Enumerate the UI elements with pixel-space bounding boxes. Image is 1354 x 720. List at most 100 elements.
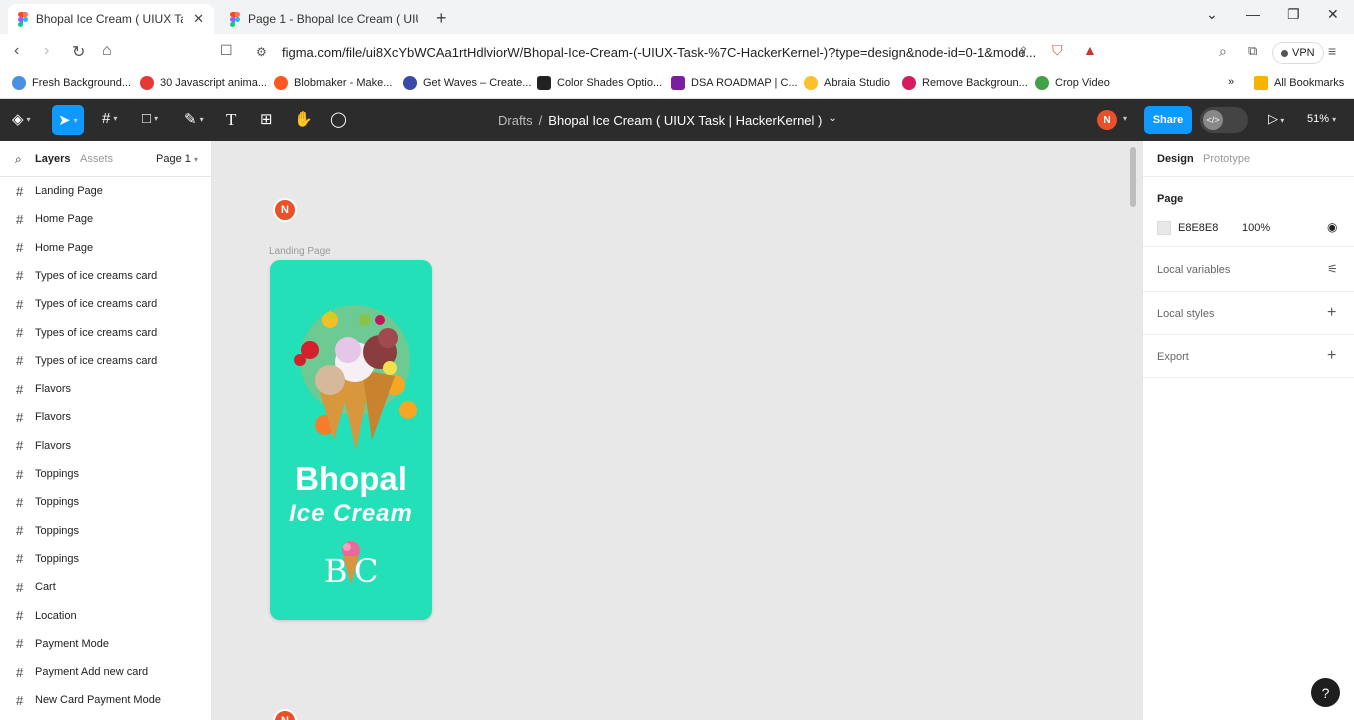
shape-tool-button[interactable]: □ ▾ <box>142 110 158 127</box>
export-label[interactable]: Export <box>1157 351 1189 363</box>
forward-arrow-icon[interactable]: › <box>44 42 49 60</box>
page-selector[interactable]: Page 1 ▾ <box>156 153 198 165</box>
layer-item[interactable]: # Types of ice creams card <box>0 262 212 290</box>
local-variables-label[interactable]: Local variables <box>1157 264 1230 276</box>
frame-hash-icon: # <box>16 240 24 256</box>
chevron-down-icon[interactable]: ⌄ <box>828 113 836 128</box>
layer-item[interactable]: # Payment Mode <box>0 630 212 658</box>
layer-item[interactable]: # Flavors <box>0 375 212 403</box>
layer-item[interactable]: # Types of ice creams card <box>0 347 212 375</box>
search-icon[interactable]: ⌕ <box>15 152 22 167</box>
variables-settings-icon[interactable]: ⚟ <box>1327 262 1338 276</box>
brave-rewards-icon[interactable]: ▲ <box>1083 42 1097 58</box>
chevron-down-icon[interactable]: ▾ <box>1123 114 1127 123</box>
extensions-icon[interactable]: ⧉ <box>1248 43 1257 59</box>
hand-tool-button[interactable]: ✋ <box>294 110 313 128</box>
add-export-plus-icon[interactable]: + <box>1327 347 1336 365</box>
page-opacity[interactable]: 100% <box>1242 222 1270 234</box>
layer-item[interactable]: # Location <box>0 602 212 630</box>
design-canvas[interactable]: N Landing Page Bhopal Ice Cream B C <box>212 141 1142 720</box>
bookmark-item[interactable]: Crop Video <box>1035 76 1110 90</box>
all-bookmarks-button[interactable]: All Bookmarks <box>1254 76 1344 90</box>
present-button[interactable]: ▷ ▾ <box>1268 111 1284 127</box>
layer-item[interactable]: # Toppings <box>0 488 212 516</box>
text-tool-button[interactable]: T <box>226 110 236 130</box>
comment-tool-button[interactable]: ◯ <box>330 110 347 128</box>
bookmark-item[interactable]: DSA ROADMAP | C... <box>671 76 798 90</box>
zoom-level[interactable]: 51% ▾ <box>1307 113 1336 125</box>
frame-label[interactable]: Landing Page <box>269 246 331 257</box>
pen-tool-button[interactable]: ✎ ▾ <box>184 110 204 128</box>
layer-item[interactable]: # Landing Page <box>0 177 212 205</box>
layer-item[interactable]: # Toppings <box>0 517 212 545</box>
frame-hash-icon: # <box>16 438 24 454</box>
layer-item[interactable]: # Home Page <box>0 205 212 233</box>
browser-tab-active[interactable]: Bhopal Ice Cream ( UIUX Task | H ✕ <box>8 4 214 34</box>
local-styles-label[interactable]: Local styles <box>1157 308 1214 320</box>
layer-item[interactable]: # Types of ice creams card <box>0 290 212 318</box>
move-tool-button[interactable]: ➤ ▾ <box>52 105 84 135</box>
restore-icon[interactable]: ❐ <box>1287 6 1300 23</box>
resources-tool-button[interactable]: ⊞ <box>260 110 273 128</box>
bookmark-favicon-icon <box>403 76 417 90</box>
bookmark-item[interactable]: Color Shades Optio... <box>537 76 662 90</box>
url-text[interactable]: figma.com/file/ui8XcYbWCAa1rtHdlviorW/Bh… <box>282 45 1036 60</box>
main-menu-button[interactable]: ◈ ▾ <box>12 110 31 128</box>
share-page-icon[interactable]: ⇪ <box>1018 44 1029 60</box>
bookmark-item[interactable]: Get Waves – Create... <box>403 76 531 90</box>
help-button[interactable]: ? <box>1311 678 1340 707</box>
tab-design[interactable]: Design <box>1157 153 1194 165</box>
bookmark-favicon-icon <box>140 76 154 90</box>
file-title[interactable]: Bhopal Ice Cream ( UIUX Task | HackerKer… <box>548 113 822 128</box>
tab-assets[interactable]: Assets <box>80 153 113 165</box>
bookmark-item[interactable]: Remove Backgroun... <box>902 76 1028 90</box>
frame-tool-button[interactable]: # ▾ <box>102 110 117 127</box>
tab-prototype[interactable]: Prototype <box>1203 153 1250 165</box>
layer-item[interactable]: # Flavors <box>0 403 212 431</box>
chevron-down-icon: ▾ <box>1332 115 1337 124</box>
layer-label: Toppings <box>35 496 80 509</box>
bookmark-item[interactable]: Fresh Background... <box>12 76 131 90</box>
close-icon[interactable]: ✕ <box>193 11 204 27</box>
page-color-swatch[interactable] <box>1157 221 1171 235</box>
tab-layers[interactable]: Layers <box>35 153 70 165</box>
canvas-scrollbar[interactable] <box>1130 147 1136 207</box>
tab-search-chevron-icon[interactable]: ⌄ <box>1206 6 1218 23</box>
brave-shield-icon[interactable]: ⛉ <box>1052 42 1063 59</box>
eye-icon[interactable]: ◉ <box>1327 220 1337 234</box>
layer-item[interactable]: # Payment Add new card <box>0 658 212 686</box>
layer-label: Landing Page <box>35 185 103 197</box>
layer-item[interactable]: # Home Page <box>0 234 212 262</box>
layer-item[interactable]: # Cart <box>0 573 212 601</box>
bookmark-item[interactable]: 30 Javascript anima... <box>140 76 267 90</box>
layer-item[interactable]: # Flavors <box>0 432 212 460</box>
add-style-plus-icon[interactable]: + <box>1327 304 1336 322</box>
share-button[interactable]: Share <box>1144 106 1192 134</box>
home-icon[interactable]: ⌂ <box>102 42 112 60</box>
layer-item[interactable]: # Toppings <box>0 460 212 488</box>
landing-page-frame[interactable]: Bhopal Ice Cream B C <box>270 260 432 620</box>
page-color-hex[interactable]: E8E8E8 <box>1178 222 1218 234</box>
window-close-icon[interactable]: ✕ <box>1327 6 1339 23</box>
avatar[interactable]: N <box>1097 110 1117 130</box>
back-arrow-icon[interactable]: ‹ <box>14 42 19 60</box>
layer-item[interactable]: # New Card Payment Mode <box>0 686 212 714</box>
layer-item[interactable]: # Toppings <box>0 545 212 573</box>
browser-tab[interactable]: Page 1 - Bhopal Ice Cream ( UIUX Ta <box>220 4 430 34</box>
menu-icon[interactable]: ≡ <box>1328 43 1336 59</box>
layer-label: Toppings <box>35 468 80 480</box>
layer-item[interactable]: # Types of ice creams card <box>0 319 212 347</box>
site-settings-icon[interactable]: ⚙ <box>256 45 267 59</box>
reload-icon[interactable]: ↻ <box>72 42 85 62</box>
breadcrumb-drafts[interactable]: Drafts <box>498 113 533 128</box>
minimize-icon[interactable]: — <box>1246 6 1260 22</box>
new-tab-plus-icon[interactable]: + <box>436 8 447 29</box>
layer-label: Toppings <box>35 552 80 565</box>
zoom-search-icon[interactable]: ⌕ <box>1219 43 1227 60</box>
vpn-button[interactable]: VPN <box>1272 42 1324 64</box>
bookmark-item[interactable]: Abraia Studio <box>804 76 890 90</box>
more-bookmarks-button[interactable]: » <box>1228 76 1234 88</box>
dev-mode-toggle[interactable]: </> <box>1200 107 1248 133</box>
bookmark-icon[interactable]: ☐ <box>220 42 233 59</box>
bookmark-item[interactable]: Blobmaker - Make... <box>274 76 392 90</box>
